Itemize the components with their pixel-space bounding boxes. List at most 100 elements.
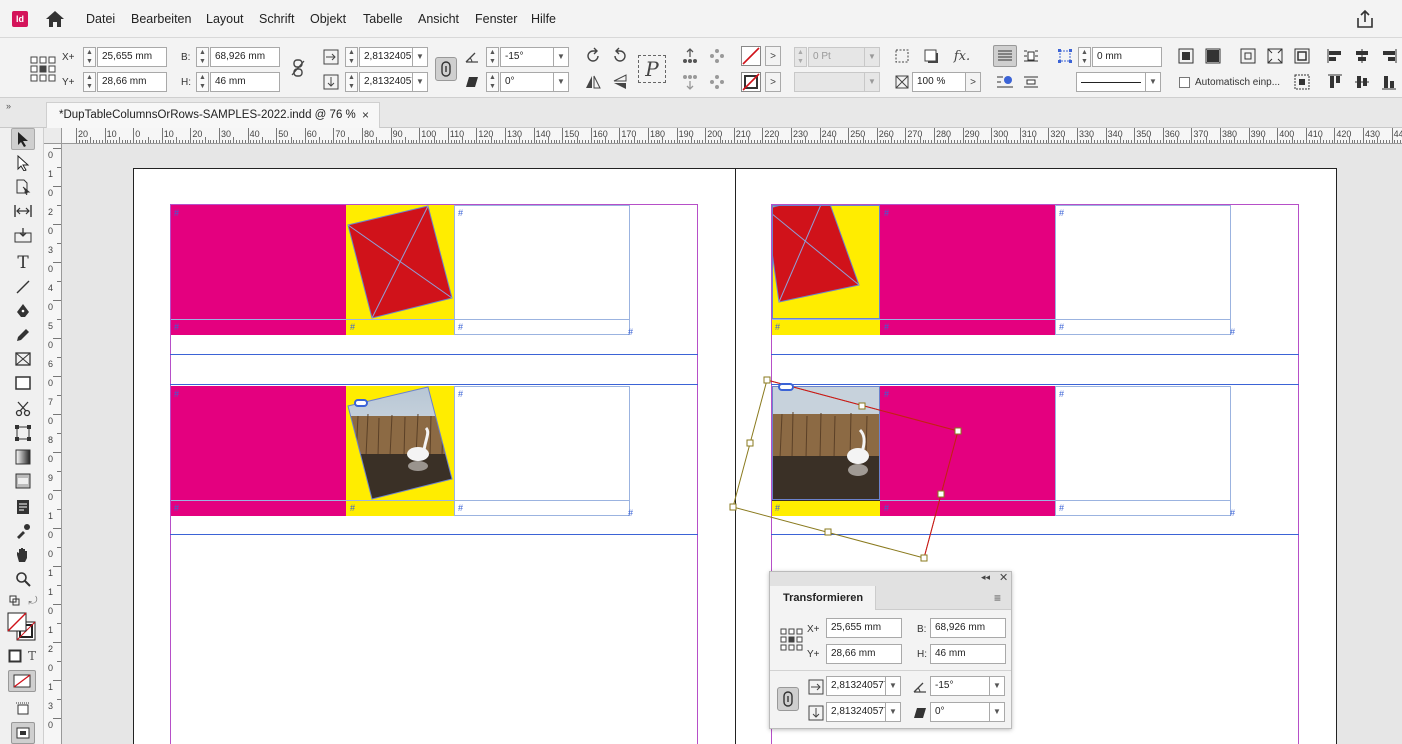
fit-content-to-frame-icon[interactable]	[1176, 46, 1196, 66]
preview-mode-icon[interactable]	[11, 722, 35, 744]
rotate-dropdown[interactable]: ▼	[553, 47, 569, 67]
shear-dropdown[interactable]: ▼	[553, 72, 569, 92]
stroke-style-select[interactable]	[1076, 72, 1146, 92]
note-tool-icon[interactable]	[11, 496, 35, 518]
stroke-weight-dropdown[interactable]: ▼	[864, 47, 880, 67]
text-wrap-object-shape-icon[interactable]	[995, 72, 1015, 92]
frame-fitting-icon[interactable]	[1055, 46, 1075, 66]
scale-y-input[interactable]: 2,81324057	[359, 72, 413, 92]
tp-shear-input[interactable]: 0°	[930, 702, 990, 722]
center-content-icon[interactable]	[1238, 46, 1258, 66]
menu-fenster[interactable]: Fenster	[475, 12, 517, 26]
x-input[interactable]: 25,655 mm	[97, 47, 167, 67]
y-stepper[interactable]: ▲ ▼	[83, 72, 96, 92]
right-r1-empty-cell[interactable]	[1055, 205, 1231, 335]
apply-none-icon[interactable]	[8, 670, 36, 692]
tp-width-input[interactable]: 68,926 mm	[930, 618, 1006, 638]
default-fill-stroke-icon[interactable]	[8, 594, 22, 608]
text-wrap-none-button[interactable]	[993, 45, 1017, 67]
tp-y-input[interactable]: 28,66 mm	[826, 644, 902, 664]
type-tool-icon[interactable]: T	[11, 252, 35, 274]
screen-mode-icon[interactable]	[11, 698, 35, 720]
document-tab[interactable]: *DupTableColumnsOrRows-SAMPLES-2022.indd…	[46, 102, 380, 128]
rotate-stepper[interactable]: ▲ ▼	[486, 47, 499, 67]
transform-panel-header[interactable]: ◂◂ ✕	[770, 572, 1011, 586]
vertical-ruler[interactable]: 0 1 0 2 0 3 0 4 0 5 0 6 0 7 0 8 0 9 0 1 0 0 1 1 0 1 2 0 1 3 0	[44, 128, 62, 744]
tp-rotate-input[interactable]: -15°	[930, 676, 990, 696]
pencil-tool-icon[interactable]	[11, 324, 35, 346]
tp-scale-y-input[interactable]: 2,813240577	[826, 702, 886, 722]
stroke-style-dropdown[interactable]: ▼	[1145, 72, 1161, 92]
height-input[interactable]: 46 mm	[210, 72, 280, 92]
tp-scale-y-dropdown[interactable]: ▼	[885, 702, 901, 722]
menu-bearbeiten[interactable]: Bearbeiten	[131, 12, 191, 26]
tp-constrain-scale-button[interactable]	[777, 687, 799, 711]
gap-tool-icon[interactable]	[11, 200, 35, 222]
effects-fx-icon[interactable]: fx.	[952, 46, 972, 66]
scale-x-stepper[interactable]: ▲ ▼	[345, 47, 358, 67]
menu-ansicht[interactable]: Ansicht	[418, 12, 459, 26]
shear-input[interactable]: 0°	[500, 72, 554, 92]
menu-objekt[interactable]: Objekt	[310, 12, 346, 26]
content-collector-tool-icon[interactable]	[11, 224, 35, 246]
transform-panel-tab[interactable]: Transformieren	[770, 586, 876, 610]
free-transform-tool-icon[interactable]	[11, 422, 35, 444]
direct-selection-tool-icon[interactable]	[11, 152, 35, 174]
constrain-link-icon[interactable]	[288, 58, 308, 78]
menu-layout[interactable]: Layout	[206, 12, 244, 26]
gradient-feather-tool-icon[interactable]	[11, 470, 35, 492]
reference-point-icon[interactable]	[30, 56, 56, 82]
link-badge-icon[interactable]	[354, 399, 368, 407]
eyedropper-tool-icon[interactable]	[11, 520, 35, 542]
scale-y-stepper[interactable]: ▲ ▼	[345, 72, 358, 92]
swap-fill-stroke-icon[interactable]: ⤾	[26, 594, 40, 608]
menu-schrift[interactable]: Schrift	[259, 12, 294, 26]
fit-content-proportionally-icon[interactable]	[1292, 46, 1312, 66]
rectangle-frame-tool-icon[interactable]	[11, 348, 35, 370]
right-r1-magenta-cell[interactable]	[880, 205, 1055, 335]
document-canvas[interactable]: # # # # # # # # # # # # # # # # # # # # …	[62, 144, 1402, 744]
ruler-origin[interactable]	[44, 128, 62, 144]
selection-tool-icon[interactable]	[11, 128, 35, 150]
scale-y-dropdown[interactable]: ▼	[412, 72, 428, 92]
opacity-input[interactable]: 100 %	[912, 72, 966, 92]
drop-shadow-icon[interactable]	[921, 46, 941, 66]
align-vertical-centers-icon[interactable]	[1352, 72, 1372, 92]
constrain-scale-button[interactable]	[435, 57, 457, 81]
align-left-edges-icon[interactable]	[1325, 46, 1345, 66]
tp-scale-x-input[interactable]: 2,813240577	[826, 676, 886, 696]
hand-tool-icon[interactable]	[11, 544, 35, 566]
left-r1-magenta-cell[interactable]	[171, 205, 346, 335]
tp-x-input[interactable]: 25,655 mm	[826, 618, 902, 638]
x-stepper[interactable]: ▲ ▼	[83, 47, 96, 67]
zoom-tool-icon[interactable]	[11, 568, 35, 590]
menu-datei[interactable]: Datei	[86, 12, 115, 26]
line-tool-icon[interactable]	[11, 276, 35, 298]
text-wrap-bounding-icon[interactable]	[1021, 46, 1041, 66]
height-stepper[interactable]: ▲ ▼	[196, 72, 209, 92]
fill-none-swatch-icon[interactable]	[741, 46, 761, 66]
width-input[interactable]: 68,926 mm	[210, 47, 280, 67]
flip-horizontal-icon[interactable]	[583, 72, 603, 92]
selection-bounding-box[interactable]	[727, 372, 967, 562]
formatting-container-icon[interactable]	[7, 648, 23, 664]
right-r1-red-placeholder[interactable]	[772, 205, 880, 320]
home-button[interactable]	[44, 9, 66, 29]
text-wrap-jump-icon[interactable]	[1021, 72, 1041, 92]
menu-tabelle[interactable]: Tabelle	[363, 12, 403, 26]
menu-hilfe[interactable]: Hilfe	[531, 12, 556, 26]
select-container-icon[interactable]	[680, 46, 700, 66]
y-input[interactable]: 28,66 mm	[97, 72, 167, 92]
tp-rotate-dropdown[interactable]: ▼	[989, 676, 1005, 696]
scale-x-input[interactable]: 2,81324057	[359, 47, 413, 67]
right-r2-empty-cell[interactable]	[1055, 386, 1231, 516]
panel-close-icon[interactable]: ✕	[999, 571, 1008, 584]
link-badge-icon[interactable]	[778, 383, 794, 391]
rotate-input[interactable]: -15°	[500, 47, 554, 67]
reference-point-p-icon[interactable]: P	[638, 55, 666, 83]
corner-options-icon[interactable]	[892, 46, 912, 66]
fill-frame-proportionally-icon[interactable]	[1265, 46, 1285, 66]
tp-shear-dropdown[interactable]: ▼	[989, 702, 1005, 722]
stroke-swatch-dropdown[interactable]: >	[765, 72, 781, 92]
left-r1-empty-cell[interactable]	[454, 205, 630, 335]
